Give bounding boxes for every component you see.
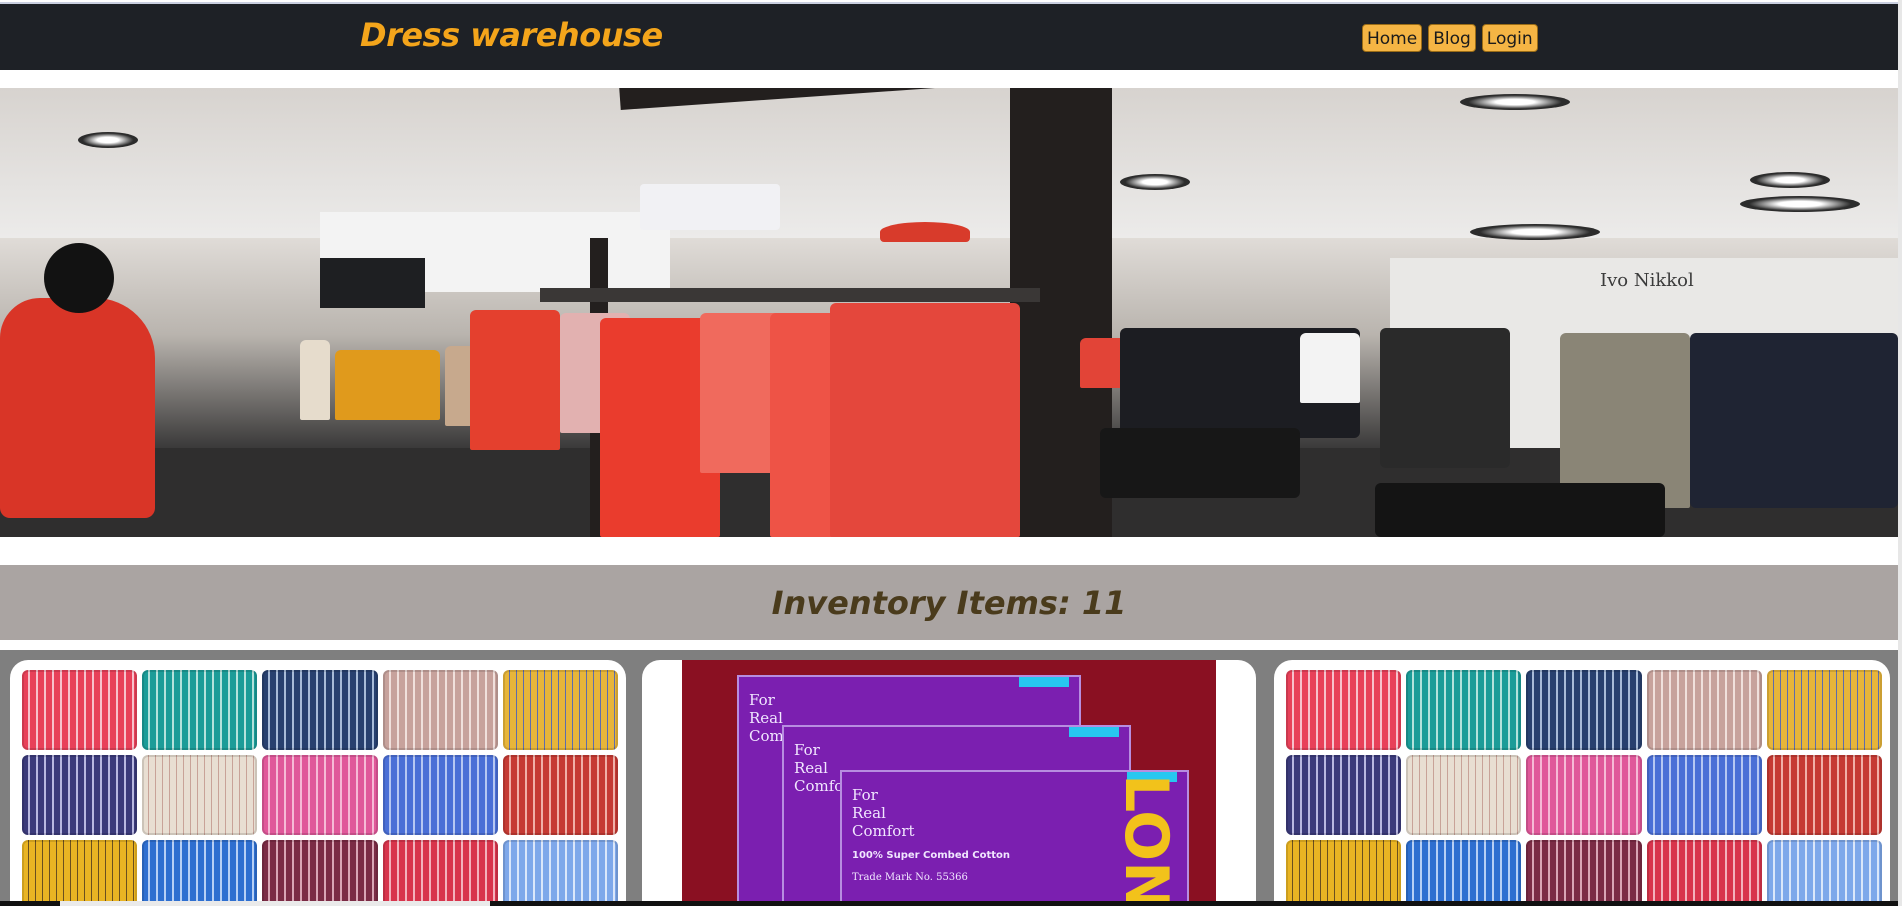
brand-logo-text[interactable]: Dress warehouse xyxy=(360,16,663,54)
fabric-swatch xyxy=(1286,840,1402,906)
trench-coat xyxy=(1560,333,1690,508)
fabric-swatch xyxy=(1406,840,1522,906)
fabric-swatch xyxy=(502,840,618,906)
box-subtitle: 100% Super Combed Cotton xyxy=(852,850,1011,861)
fabric-swatch xyxy=(1286,755,1402,835)
inventory-header: Inventory Items: 11 xyxy=(0,565,1898,640)
garment-rack xyxy=(1690,333,1898,508)
fabric-swatch xyxy=(142,840,258,906)
garment-rack xyxy=(1380,328,1510,468)
box-tagline-1: For xyxy=(794,741,820,759)
ceiling-light xyxy=(78,132,138,148)
box-tagline: For Real Comfort xyxy=(852,786,915,840)
wall-screen xyxy=(320,258,425,308)
rack-frame-post xyxy=(1010,88,1112,537)
product-box-front: For Real Comfort 100% Super Combed Cotto… xyxy=(840,770,1189,906)
fabric-swatch xyxy=(22,840,138,906)
fabric-swatch xyxy=(1766,840,1882,906)
box-brand-letters: LON xyxy=(1111,774,1181,906)
box-tagline-3: Comfort xyxy=(852,822,915,840)
fabric-swatch xyxy=(142,755,258,835)
fabric-swatch xyxy=(22,755,138,835)
box-tagline-1: For xyxy=(749,691,775,709)
scrollbar-thumb[interactable] xyxy=(60,901,490,906)
product-image-fabric xyxy=(22,670,618,906)
hat xyxy=(880,222,970,242)
fabric-swatch xyxy=(1526,670,1642,750)
fabric-swatch xyxy=(142,670,258,750)
nav-login-button[interactable]: Login xyxy=(1481,24,1538,52)
inventory-count-title: Inventory Items: 11 xyxy=(771,583,1127,622)
product-card[interactable] xyxy=(10,660,626,906)
vertical-scrollbar[interactable] xyxy=(1898,0,1902,906)
garment xyxy=(1300,333,1360,403)
product-image-fabric xyxy=(1286,670,1882,906)
top-navbar: Dress warehouse Home Blog Login xyxy=(0,2,1902,70)
fabric-swatch xyxy=(1406,755,1522,835)
box-trademark: Trade Mark No. 55366 xyxy=(852,872,968,883)
hero-banner-image: Ivo Nikkol xyxy=(0,88,1898,537)
ceiling-light xyxy=(1740,196,1860,212)
fabric-swatch xyxy=(382,755,498,835)
ceiling-light xyxy=(1460,94,1570,110)
hero-ceiling xyxy=(0,88,1898,238)
store-sign: Ivo Nikkol xyxy=(1600,270,1694,291)
ceiling-light xyxy=(1470,224,1600,240)
box-tag xyxy=(1019,677,1069,687)
fabric-swatch xyxy=(1526,840,1642,906)
garment xyxy=(300,340,330,420)
main-nav: Home Blog Login xyxy=(1362,24,1538,52)
fabric-swatch xyxy=(1646,840,1762,906)
garment xyxy=(470,310,560,450)
mannequin-head xyxy=(44,243,114,313)
fabric-swatch xyxy=(502,670,618,750)
product-card[interactable]: For Real Comfort For Real Comfort For Re… xyxy=(642,660,1256,906)
ceiling-light xyxy=(1750,172,1830,188)
fabric-swatch xyxy=(262,755,378,835)
display-table xyxy=(1100,428,1300,498)
product-grid: For Real Comfort For Real Comfort For Re… xyxy=(0,650,1898,906)
fabric-swatch xyxy=(502,755,618,835)
fabric-swatch xyxy=(1766,755,1882,835)
ceiling-light xyxy=(1120,174,1190,190)
box-tagline-2: Real xyxy=(749,709,783,727)
fabric-swatch xyxy=(382,840,498,906)
product-card[interactable] xyxy=(1274,660,1890,906)
fabric-swatch xyxy=(262,840,378,906)
nav-blog-button[interactable]: Blog xyxy=(1428,24,1476,52)
box-tagline-1: For xyxy=(852,786,878,804)
fabric-swatch xyxy=(22,670,138,750)
mannequin-red-dress xyxy=(0,298,155,518)
fabric-swatch xyxy=(262,670,378,750)
fabric-swatch xyxy=(1406,670,1522,750)
garment xyxy=(830,303,1020,537)
horizontal-scrollbar[interactable] xyxy=(0,901,1898,906)
box-tagline-2: Real xyxy=(794,759,828,777)
rack-shelf xyxy=(540,288,1040,302)
handbag xyxy=(640,184,780,230)
fabric-swatch xyxy=(1286,670,1402,750)
box-tag xyxy=(1069,727,1119,737)
box-tagline-2: Real xyxy=(852,804,886,822)
nav-home-button[interactable]: Home xyxy=(1362,24,1423,52)
display-table xyxy=(1375,483,1665,537)
garment xyxy=(335,350,440,420)
fabric-swatch xyxy=(1766,670,1882,750)
product-image-boxes: For Real Comfort For Real Comfort For Re… xyxy=(682,660,1216,906)
fabric-swatch xyxy=(1646,755,1762,835)
fabric-swatch xyxy=(1646,670,1762,750)
fabric-swatch xyxy=(1526,755,1642,835)
fabric-swatch xyxy=(382,670,498,750)
